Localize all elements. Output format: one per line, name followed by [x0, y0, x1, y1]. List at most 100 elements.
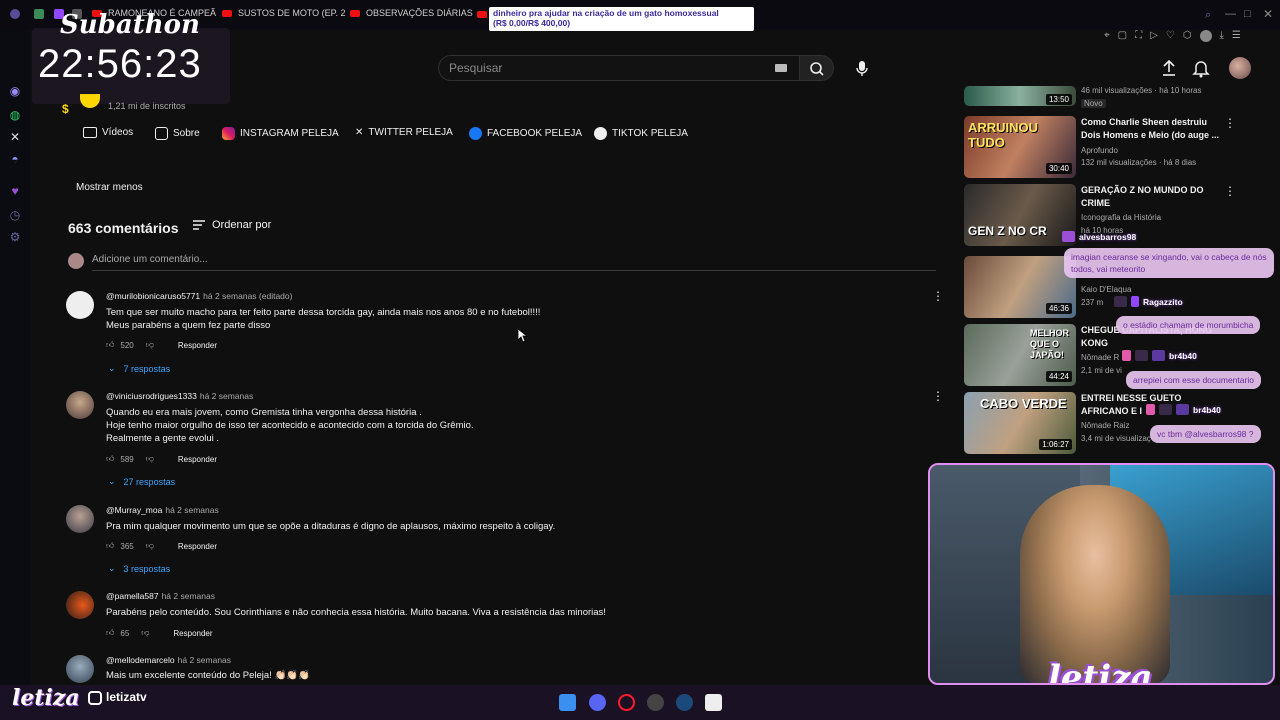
profile-avatar[interactable]: [1199, 30, 1212, 42]
instagram-icon: [222, 127, 235, 140]
video-thumbnail[interactable]: GEN Z NO CR: [964, 184, 1076, 246]
discord-icon[interactable]: [589, 694, 606, 711]
comment-author[interactable]: @Murray_moa: [106, 505, 162, 515]
comment-time: há 2 semanas: [199, 391, 254, 401]
like-icon[interactable]: 👍︎: [106, 340, 114, 350]
obs-icon[interactable]: [647, 694, 664, 711]
video-duration: 46:36: [1045, 303, 1072, 314]
extensions-icon[interactable]: ⬡: [1183, 30, 1192, 46]
reply-button[interactable]: Responder: [173, 629, 212, 638]
user-avatar: [68, 253, 84, 269]
microphone-icon: [856, 61, 868, 76]
add-comment-field[interactable]: Adicione um comentário...: [68, 252, 936, 271]
dislike-icon[interactable]: 👎︎: [146, 454, 154, 464]
tab-facebook[interactable]: FACEBOOK PELEJA: [469, 127, 582, 140]
channel-name[interactable]: Iconografia da História: [1081, 213, 1161, 222]
comment-avatar[interactable]: [66, 591, 94, 619]
like-icon[interactable]: 👍︎: [106, 541, 114, 551]
recommended-video[interactable]: CABO VERDE 1:06:27 ENTREI NESSE GUETO AF…: [964, 392, 1244, 454]
reply-button[interactable]: Responder: [178, 341, 217, 350]
search-icon[interactable]: ⌕: [1205, 9, 1211, 22]
recommended-video[interactable]: ARRUINOU TUDO 30:40 Como Charlie Sheen d…: [964, 116, 1244, 178]
replies-toggle[interactable]: ⌄ 3 respostas: [108, 563, 170, 574]
channel-name[interactable]: Kaio D'Elaqua: [1081, 285, 1131, 294]
windows-start-icon[interactable]: [559, 694, 576, 711]
channel-avatar[interactable]: [80, 94, 100, 108]
comment-avatar[interactable]: [66, 391, 94, 419]
comment-avatar[interactable]: [66, 291, 94, 319]
maximize-icon[interactable]: □: [1244, 8, 1251, 20]
like-count: 520: [120, 340, 134, 350]
voice-search-button[interactable]: [850, 57, 874, 79]
x-icon[interactable]: ✕: [8, 130, 22, 144]
steam-icon[interactable]: [676, 694, 693, 711]
channel-name[interactable]: Nômade Raiz: [1081, 421, 1129, 430]
notifications-button[interactable]: [1190, 57, 1212, 79]
search-box[interactable]: [438, 55, 800, 81]
channel-name[interactable]: Aprofundo: [1081, 146, 1118, 155]
replies-toggle[interactable]: ⌄ 27 respostas: [108, 476, 175, 487]
capcut-icon[interactable]: [705, 694, 722, 711]
dislike-icon[interactable]: 👎︎: [146, 340, 154, 350]
discord-icon[interactable]: ◓: [8, 152, 22, 166]
reply-button[interactable]: Responder: [178, 542, 217, 551]
history-icon[interactable]: ◷: [8, 208, 22, 222]
tab-instagram[interactable]: INSTAGRAM PELEJA: [222, 127, 339, 140]
comment-author[interactable]: @mellodemarcelo: [106, 655, 175, 665]
comment-author[interactable]: @pamella587: [106, 591, 159, 601]
comment-menu-icon[interactable]: ⋮: [932, 389, 944, 403]
video-thumbnail[interactable]: MELHOR QUE O JAPÃO! 44:24: [964, 324, 1076, 386]
menu-icon[interactable]: ☰: [1232, 30, 1241, 46]
heart-icon[interactable]: ♥: [8, 184, 22, 198]
video-title[interactable]: Como Charlie Sheen destruiu Dois Homens …: [1081, 116, 1221, 142]
whatsapp-icon[interactable]: ◍: [8, 108, 22, 122]
upload-button[interactable]: [1158, 57, 1180, 79]
tab-videos[interactable]: Vídeos: [83, 127, 133, 138]
recommended-video[interactable]: 13:50 46 mil visualizações · há 10 horas…: [964, 86, 1244, 110]
messenger-icon[interactable]: ◉: [8, 84, 22, 98]
tab-tiktok[interactable]: TIKTOK PELEJA: [594, 127, 688, 140]
tab-twitter[interactable]: ✕ TWITTER PELEJA: [355, 127, 453, 138]
video-menu-icon[interactable]: ⋮: [1224, 184, 1236, 198]
video-thumbnail[interactable]: 13:50: [964, 86, 1076, 106]
opera-gx-icon[interactable]: [618, 694, 635, 711]
like-icon[interactable]: 👍︎: [106, 628, 114, 638]
sub-badge-icon: [1152, 350, 1165, 361]
heart-icon[interactable]: ♡: [1166, 30, 1175, 46]
comment-menu-icon[interactable]: ⋮: [932, 289, 944, 303]
close-icon[interactable]: ✕: [1263, 7, 1273, 21]
account-avatar[interactable]: [1229, 57, 1251, 79]
dislike-icon[interactable]: 👎︎: [146, 541, 154, 551]
screenshot-icon[interactable]: ▢: [1118, 30, 1127, 46]
pin-icon[interactable]: ⌖: [1104, 30, 1110, 46]
tab-sustos-de-moto[interactable]: SUSTOS DE MOTO (EP. 2: [222, 8, 346, 18]
video-menu-icon[interactable]: ⋮: [1224, 116, 1236, 130]
keyboard-icon[interactable]: [775, 64, 787, 72]
sort-comments-button[interactable]: Ordenar por: [192, 219, 271, 231]
snapshot-icon[interactable]: ⛶: [1135, 30, 1142, 46]
replies-toggle[interactable]: ⌄ 7 respostas: [108, 363, 170, 374]
player-icon[interactable]: ▷: [1150, 30, 1158, 46]
comment-avatar[interactable]: [66, 655, 94, 683]
tab-observacoes-diarias[interactable]: OBSERVAÇÕES DIÁRIAS: [350, 8, 473, 18]
comment-author[interactable]: @murilobionicaruso5771: [106, 291, 200, 301]
like-icon[interactable]: 👍︎: [106, 454, 114, 464]
tab-about[interactable]: Sobre: [155, 127, 200, 140]
search-input[interactable]: [439, 56, 759, 80]
comment-author[interactable]: @viniciusrodrigues1333: [106, 391, 197, 401]
pinned-tab-icon[interactable]: [34, 9, 44, 19]
channel-name[interactable]: Nômade R: [1081, 353, 1119, 362]
settings-icon[interactable]: ⚙: [8, 230, 22, 244]
minimize-icon[interactable]: —: [1225, 8, 1236, 20]
video-thumbnail[interactable]: ARRUINOU TUDO 30:40: [964, 116, 1076, 178]
show-less-button[interactable]: Mostrar menos: [76, 182, 143, 193]
download-icon[interactable]: ⤓: [1220, 30, 1224, 46]
video-title[interactable]: GERAÇÃO Z NO MUNDO DO CRIME: [1081, 184, 1221, 210]
search-button[interactable]: [800, 55, 834, 81]
video-thumbnail[interactable]: CABO VERDE 1:06:27: [964, 392, 1076, 454]
reply-button[interactable]: Responder: [178, 455, 217, 464]
video-thumbnail[interactable]: 46:36: [964, 256, 1076, 318]
opera-icon[interactable]: [10, 9, 20, 19]
comment-avatar[interactable]: [66, 505, 94, 533]
dislike-icon[interactable]: 👎︎: [141, 628, 149, 638]
